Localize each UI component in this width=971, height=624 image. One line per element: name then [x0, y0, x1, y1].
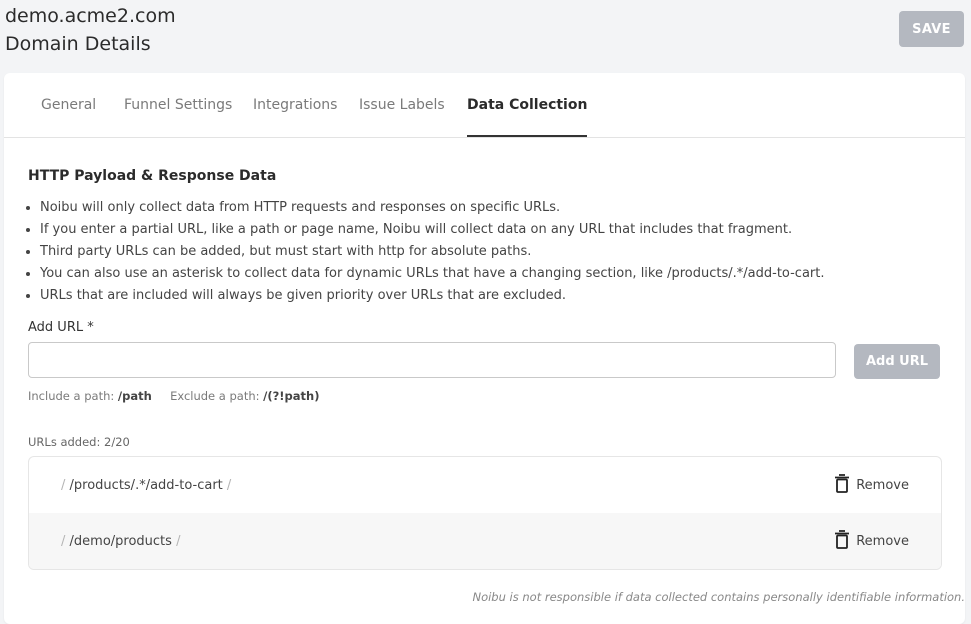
- url-list: / /products/.*/add-to-cart / Remove / /d…: [28, 456, 942, 570]
- tab-data-collection[interactable]: Data Collection: [467, 73, 588, 137]
- add-url-label: Add URL *: [28, 320, 94, 335]
- trash-icon: [834, 529, 850, 553]
- page-title: Domain Details: [5, 33, 151, 55]
- info-bullet: URLs that are included will always be gi…: [40, 287, 825, 309]
- info-bullet: You can also use an asterisk to collect …: [40, 265, 825, 287]
- trash-icon: [834, 473, 850, 497]
- url-row: / /products/.*/add-to-cart / Remove: [29, 457, 941, 513]
- exclude-hint-value: /(?!path): [263, 389, 320, 403]
- remove-button[interactable]: Remove: [834, 473, 909, 497]
- pii-disclaimer: Noibu is not responsible if data collect…: [472, 590, 965, 604]
- tab-issue-labels[interactable]: Issue Labels: [359, 73, 445, 137]
- info-list: Noibu will only collect data from HTTP r…: [28, 199, 825, 309]
- slash-delimiter: /: [61, 533, 66, 549]
- path-hint: Include a path: /path Exclude a path: /(…: [28, 389, 319, 403]
- remove-label: Remove: [856, 533, 909, 549]
- add-url-button[interactable]: Add URL: [854, 344, 940, 379]
- tab-bar: General Funnel Settings Integrations Iss…: [4, 73, 965, 138]
- url-entry: / /products/.*/add-to-cart /: [61, 478, 231, 493]
- domain-name: demo.acme2.com: [5, 5, 176, 27]
- include-hint-label: Include a path:: [28, 389, 115, 403]
- info-bullet: Noibu will only collect data from HTTP r…: [40, 199, 825, 221]
- page-header: demo.acme2.com Domain Details: [5, 4, 176, 56]
- section-title: HTTP Payload & Response Data: [28, 168, 277, 184]
- exclude-hint-label: Exclude a path:: [170, 389, 260, 403]
- add-url-input[interactable]: [28, 342, 836, 378]
- slash-delimiter: /: [61, 477, 66, 493]
- url-entry: / /demo/products /: [61, 534, 180, 549]
- include-hint-value: /path: [117, 389, 152, 403]
- remove-button[interactable]: Remove: [834, 529, 909, 553]
- remove-label: Remove: [856, 477, 909, 493]
- tab-funnel-settings[interactable]: Funnel Settings: [124, 73, 232, 137]
- save-button[interactable]: SAVE: [899, 11, 964, 47]
- slash-delimiter: /: [226, 477, 232, 493]
- info-bullet: If you enter a partial URL, like a path …: [40, 221, 825, 243]
- info-bullet: Third party URLs can be added, but must …: [40, 243, 825, 265]
- tab-general[interactable]: General: [41, 73, 96, 137]
- slash-delimiter: /: [176, 533, 181, 549]
- settings-card: General Funnel Settings Integrations Iss…: [4, 73, 965, 624]
- url-path: /demo/products: [69, 533, 172, 549]
- tab-integrations[interactable]: Integrations: [253, 73, 337, 137]
- url-row: / /demo/products / Remove: [29, 513, 941, 569]
- url-path: /products/.*/add-to-cart: [69, 477, 223, 493]
- urls-count: URLs added: 2/20: [28, 435, 130, 449]
